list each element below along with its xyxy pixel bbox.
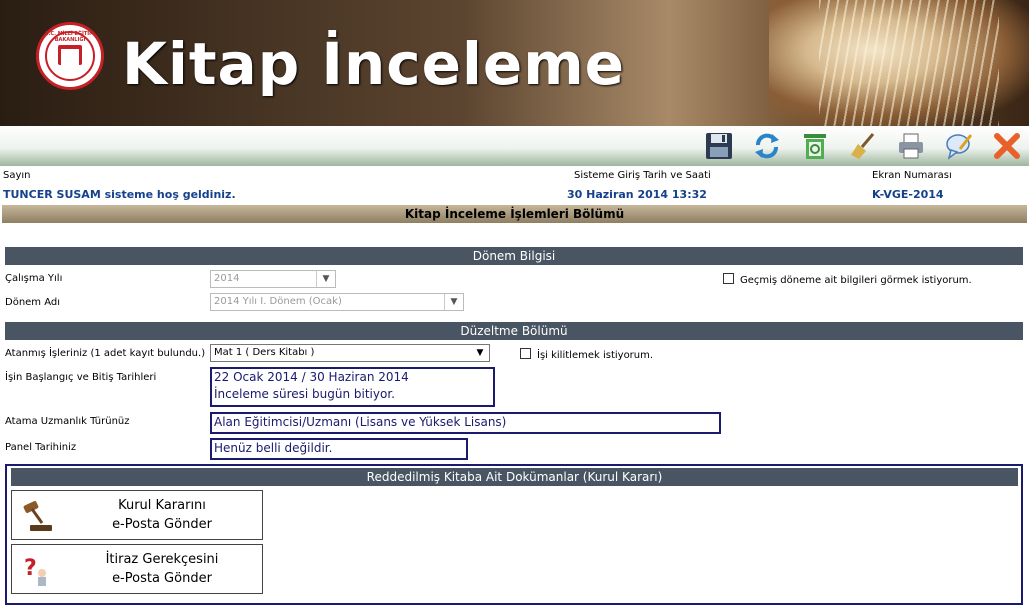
toolbar (0, 126, 1029, 166)
tasks-select-value: Mat 1 ( Ders Kitabı ) (214, 347, 315, 358)
close-x-icon[interactable] (989, 128, 1025, 164)
recycle-bin-icon[interactable] (797, 128, 833, 164)
send-board-decision-line2: e-Posta Gönder (112, 517, 212, 532)
task-dates-box: 22 Ocak 2014 / 30 Haziran 2014 İnceleme … (210, 367, 495, 407)
lock-task-checkbox[interactable] (520, 348, 531, 359)
lock-task-checkbox-label: İşi kilitlemek istiyorum. (537, 350, 654, 361)
task-dates-note: İnceleme süresi bugün bitiyor. (214, 387, 395, 401)
gavel-icon (20, 499, 56, 533)
period-label: Dönem Adı (5, 297, 61, 308)
send-objection-reason-button[interactable]: ? İtiraz Gerekçesini e-Posta Gönder (11, 544, 263, 594)
greeting-label: Sayın (3, 170, 31, 181)
header-banner: T.C. MİLLİ EĞİTİM BAKANLIĞI Kitap İncele… (0, 0, 1029, 126)
send-board-decision-button[interactable]: Kurul Kararını e-Posta Gönder (11, 490, 263, 540)
floppy-disk-icon[interactable] (701, 128, 737, 164)
send-objection-reason-line1: İtiraz Gerekçesini (105, 552, 219, 567)
chevron-down-icon: ▼ (476, 348, 484, 358)
send-objection-reason-label: İtiraz Gerekçesini e-Posta Gönder (72, 550, 252, 588)
year-select[interactable]: 2014 ▼ (210, 270, 336, 288)
past-period-checkbox[interactable] (723, 273, 734, 284)
send-objection-reason-line2: e-Posta Gönder (112, 571, 212, 586)
book-pages-image (819, 0, 999, 126)
send-board-decision-line1: Kurul Kararını (118, 498, 206, 513)
specialization-label: Atama Uzmanlık Türünüz (5, 416, 130, 427)
chevron-down-icon: ▼ (316, 271, 335, 287)
app-title: Kitap İnceleme (122, 30, 625, 98)
tasks-label: Atanmış İşleriniz (1 adet kayıt bulundu.… (5, 348, 206, 359)
screen-number-value: K-VGE-2014 (872, 188, 944, 201)
period-select-value: 2014 Yılı I. Dönem (Ocak) (214, 296, 342, 307)
broom-icon[interactable] (845, 128, 881, 164)
greeting-text: TUNCER SUSAM sisteme hoş geldiniz. (3, 188, 236, 201)
logo-book-mark (58, 45, 82, 65)
period-section-header: Dönem Bilgisi (5, 247, 1023, 265)
speech-bubble-pen-icon[interactable] (941, 128, 977, 164)
panel-date-value: Henüz belli değildir. (210, 438, 468, 460)
past-period-checkbox-label: Geçmiş döneme ait bilgileri görmek istiy… (740, 275, 972, 286)
task-dates-range: 22 Ocak 2014 / 30 Haziran 2014 (214, 370, 409, 384)
ministry-logo: T.C. MİLLİ EĞİTİM BAKANLIĞI (36, 22, 104, 90)
login-date-label: Sisteme Giriş Tarih ve Saati (574, 170, 711, 181)
year-label: Çalışma Yılı (5, 273, 63, 284)
tasks-select[interactable]: Mat 1 ( Ders Kitabı ) ▼ (210, 344, 490, 362)
correction-section-header: Düzeltme Bölümü (5, 322, 1023, 340)
screen-number-label: Ekran Numarası (872, 170, 952, 181)
svg-text:?: ? (24, 556, 37, 581)
documents-section-header: Reddedilmiş Kitaba Ait Dokümanlar (Kurul… (11, 468, 1018, 486)
panel-date-label: Panel Tarihiniz (5, 442, 77, 453)
refresh-icon[interactable] (749, 128, 785, 164)
question-person-icon: ? (20, 553, 56, 587)
period-select[interactable]: 2014 Yılı I. Dönem (Ocak) ▼ (210, 293, 464, 311)
year-select-value: 2014 (214, 273, 240, 284)
chevron-down-icon: ▼ (444, 294, 463, 310)
login-date-value: 30 Haziran 2014 13:32 (567, 188, 707, 201)
dates-label: İşin Başlangıç ve Bitiş Tarihleri (5, 372, 157, 383)
printer-icon[interactable] (893, 128, 929, 164)
specialization-value: Alan Eğitimcisi/Uzmanı (Lisans ve Yüksek… (210, 412, 721, 434)
section-title: Kitap İnceleme İşlemleri Bölümü (2, 205, 1027, 223)
send-board-decision-label: Kurul Kararını e-Posta Gönder (72, 496, 252, 534)
